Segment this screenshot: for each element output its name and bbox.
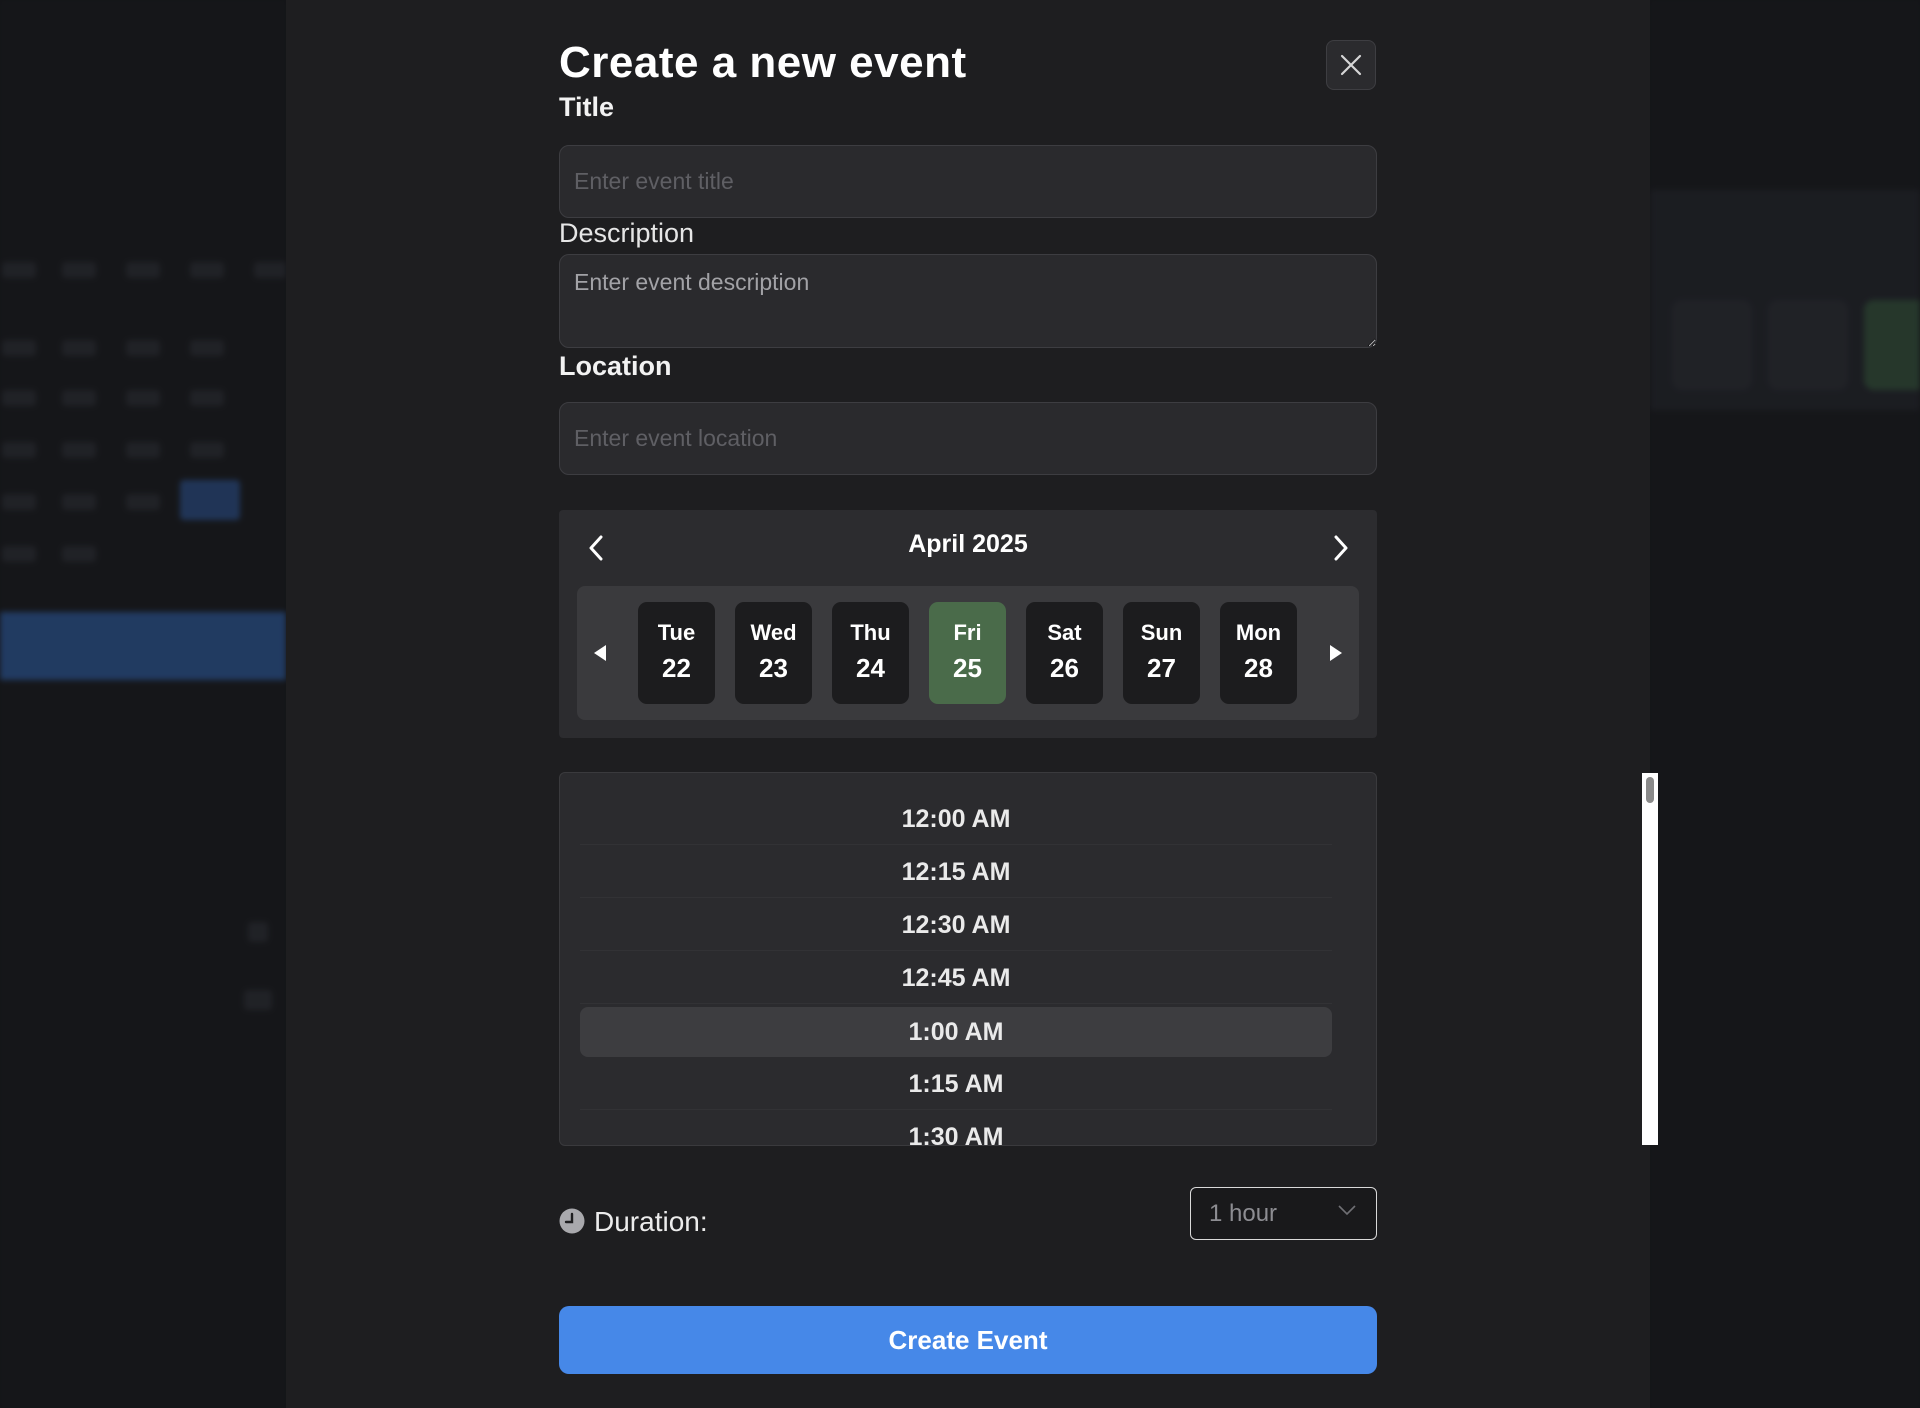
day-number: 26 [1050,653,1079,683]
title-label: Title [559,92,615,122]
bg-calendar-cell [62,546,96,562]
day-name: Fri [953,620,982,645]
create-event-modal: Create a new event Title Description Loc… [286,0,1658,1408]
duration-label: Duration: [594,1206,708,1237]
bg-calendar-cell [62,262,96,278]
month-label: April 2025 [908,530,1028,558]
day-name: Sun [1140,620,1183,645]
day-number: 23 [759,653,788,683]
day-mon-28[interactable]: Mon 28 [1220,602,1297,704]
duration-value: 1 hour [1209,1199,1278,1227]
bg-calendar-cell [2,390,36,406]
bg-day-card-selected [1864,300,1920,390]
bg-calendar-cell-selected [180,480,240,520]
date-picker: April 2025 Tue 22 Wed 23 Thu 24 Fri 25 S… [559,510,1377,738]
bg-calendar-cell [190,442,224,458]
time-list-scrollbar[interactable] [1642,773,1658,1145]
day-sat-26[interactable]: Sat 26 [1026,602,1103,704]
day-number: 28 [1244,653,1273,683]
bg-calendar-cell [126,262,160,278]
day-thu-24[interactable]: Thu 24 [832,602,909,704]
time-option[interactable]: 12:15 AM [580,848,1332,898]
time-list[interactable]: 12:00 AM 12:15 AM 12:30 AM 12:45 AM 1:00… [559,772,1377,1146]
day-name: Mon [1235,620,1282,645]
title-input[interactable] [559,145,1377,218]
modal-title: Create a new event [559,38,967,87]
bg-icon [244,990,272,1010]
bg-calendar-cell [126,390,160,406]
bg-calendar-cell [62,390,96,406]
bg-calendar-cell [2,494,36,510]
bg-calendar-cell [190,262,224,278]
location-label: Location [559,351,672,381]
time-option[interactable]: 1:30 AM [580,1113,1332,1145]
day-sun-27[interactable]: Sun 27 [1123,602,1200,704]
time-option[interactable]: 1:15 AM [580,1060,1332,1110]
day-strip-prev-button[interactable] [585,636,615,670]
bg-day-card [1768,300,1848,390]
location-input[interactable] [559,402,1377,475]
day-number: 22 [662,653,691,683]
bg-calendar-cell [2,546,36,562]
description-input[interactable] [559,254,1377,348]
description-label: Description [559,218,695,248]
bg-calendar-cell [254,262,286,278]
time-option[interactable]: 12:45 AM [580,954,1332,1004]
next-month-button[interactable] [1321,528,1361,568]
day-name: Sat [1047,620,1082,645]
time-option[interactable]: 12:30 AM [580,901,1332,951]
duration-select[interactable]: 1 hour [1190,1187,1377,1240]
bg-calendar-cell [62,494,96,510]
triangle-left-icon [594,645,606,661]
bg-calendar-cell [126,340,160,356]
bg-calendar-cell [2,340,36,356]
day-name: Thu [850,620,891,645]
close-icon [1340,54,1362,76]
chevron-right-icon [1334,535,1348,561]
day-strip-next-button[interactable] [1321,636,1351,670]
day-number: 27 [1147,653,1176,683]
clock-icon [559,1208,585,1234]
day-fri-25-selected[interactable]: Fri 25 [929,602,1006,704]
bg-calendar-cell [62,442,96,458]
day-strip: Tue 22 Wed 23 Thu 24 Fri 25 Sat 26 Sun 2… [577,586,1359,720]
bg-calendar-cell [62,340,96,356]
time-option[interactable]: 12:00 AM [580,795,1332,845]
bg-calendar-cell [190,340,224,356]
background-sidebar [0,0,286,1408]
scrollbar-thumb[interactable] [1646,777,1654,803]
time-option-selected[interactable]: 1:00 AM [580,1007,1332,1057]
day-number: 24 [856,653,885,683]
day-name: Wed [750,620,797,645]
background-main [1650,0,1920,1408]
day-name: Tue [657,620,696,645]
chevron-down-icon [1338,1205,1356,1216]
close-button[interactable] [1326,40,1376,90]
bg-calendar-cell [2,442,36,458]
create-event-button[interactable]: Create Event [559,1306,1377,1374]
bg-calendar-cell [2,262,36,278]
bg-calendar-cell [126,442,160,458]
bg-icon [248,922,268,942]
bg-primary-button [0,612,286,680]
bg-day-card [1672,300,1752,390]
bg-calendar-cell [190,390,224,406]
triangle-right-icon [1330,645,1342,661]
day-wed-23[interactable]: Wed 23 [735,602,812,704]
bg-calendar-cell [126,494,160,510]
day-number: 25 [953,653,982,683]
day-tue-22[interactable]: Tue 22 [638,602,715,704]
